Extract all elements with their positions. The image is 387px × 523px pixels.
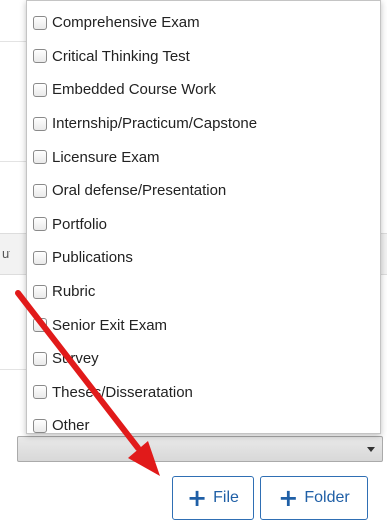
add-folder-label: Folder — [304, 489, 350, 506]
option-label: Embedded Course Work — [52, 81, 216, 99]
checkbox[interactable] — [33, 250, 47, 265]
plus-icon: + — [278, 484, 299, 512]
checkbox[interactable] — [33, 418, 47, 433]
add-file-button[interactable]: + File — [172, 476, 254, 520]
caret-down-icon — [367, 447, 375, 452]
checkbox[interactable] — [33, 15, 47, 30]
option-other[interactable]: Other — [27, 409, 380, 443]
option-label: Theses/Disseratation — [52, 383, 193, 401]
checkbox[interactable] — [33, 82, 47, 97]
checkbox[interactable] — [33, 49, 47, 64]
checkbox[interactable] — [33, 284, 47, 299]
option-label: Rubric — [52, 283, 96, 301]
option-label: Portfolio — [52, 215, 108, 233]
option-portfolio[interactable]: Portfolio — [27, 208, 380, 242]
checkbox[interactable] — [33, 351, 47, 366]
background-divider — [0, 369, 26, 370]
option-label: Critical Thinking Test — [52, 47, 190, 65]
option-theses-disseratation[interactable]: Theses/Disseratation — [27, 376, 380, 410]
add-file-label: File — [213, 489, 239, 506]
option-rubric[interactable]: Rubric — [27, 275, 380, 309]
option-label: Publications — [52, 249, 133, 267]
screenshot-root: ut Comprehensive Exam Critical Thinking … — [0, 0, 387, 523]
option-publications[interactable]: Publications — [27, 241, 380, 275]
option-label: Oral defense/Presentation — [52, 182, 227, 200]
background-clipped-text: ut — [2, 246, 10, 261]
option-licensure-exam[interactable]: Licensure Exam — [27, 140, 380, 174]
option-oral-defense-presentation[interactable]: Oral defense/Presentation — [27, 174, 380, 208]
option-comprehensive-exam[interactable]: Comprehensive Exam — [27, 6, 380, 40]
option-embedded-course-work[interactable]: Embedded Course Work — [27, 73, 380, 107]
option-label: Licensure Exam — [52, 148, 160, 166]
background-divider — [0, 161, 26, 162]
checkbox[interactable] — [33, 183, 47, 198]
option-label: Senior Exit Exam — [52, 316, 168, 334]
option-survey[interactable]: Survey — [27, 342, 380, 376]
option-senior-exit-exam[interactable]: Senior Exit Exam — [27, 308, 380, 342]
checkbox[interactable] — [33, 150, 47, 165]
checkbox[interactable] — [33, 217, 47, 232]
checkbox[interactable] — [33, 116, 47, 131]
background-divider — [0, 41, 26, 42]
add-folder-button[interactable]: + Folder — [260, 476, 368, 520]
option-internship-practicum-capstone[interactable]: Internship/Practicum/Capstone — [27, 107, 380, 141]
assessment-type-dropdown: Comprehensive Exam Critical Thinking Tes… — [26, 0, 381, 434]
checkbox[interactable] — [33, 318, 47, 333]
option-label: Comprehensive Exam — [52, 14, 200, 32]
option-critical-thinking-test[interactable]: Critical Thinking Test — [27, 40, 380, 74]
option-label: Survey — [52, 350, 99, 368]
option-label: Other — [52, 417, 90, 435]
checkbox[interactable] — [33, 385, 47, 400]
plus-icon: + — [187, 484, 208, 512]
option-label: Internship/Practicum/Capstone — [52, 115, 258, 133]
